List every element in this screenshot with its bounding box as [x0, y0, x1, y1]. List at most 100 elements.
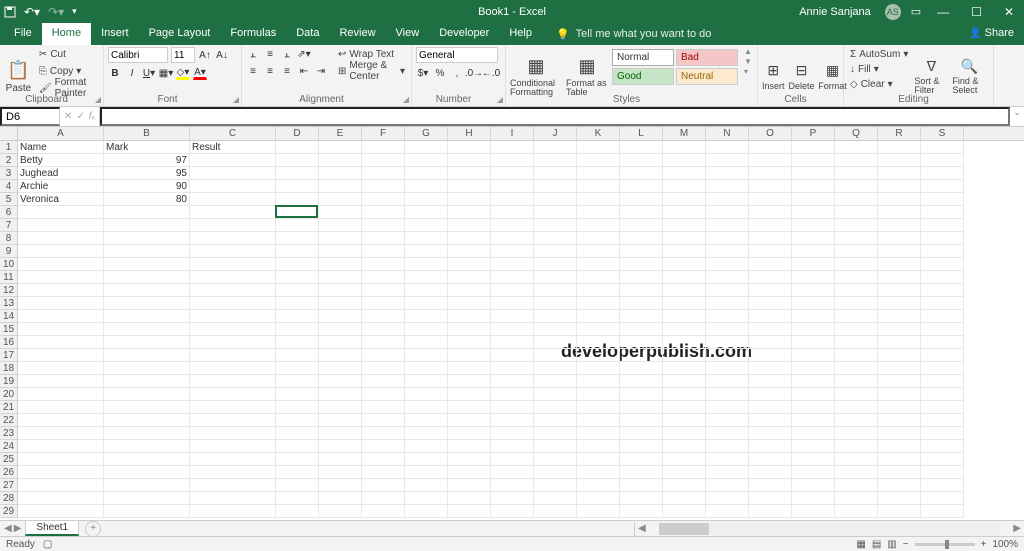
cell[interactable]: [577, 479, 620, 492]
cell[interactable]: [319, 414, 362, 427]
cell[interactable]: [190, 349, 276, 362]
cell[interactable]: [104, 336, 190, 349]
row-header-21[interactable]: 21: [0, 401, 18, 414]
col-header-D[interactable]: D: [276, 127, 319, 141]
cell[interactable]: [663, 336, 706, 349]
align-right-icon[interactable]: ≡: [280, 64, 294, 78]
cell[interactable]: [706, 388, 749, 401]
cell[interactable]: [276, 479, 319, 492]
cell[interactable]: [276, 427, 319, 440]
cell[interactable]: [878, 258, 921, 271]
decrease-indent-icon[interactable]: ⇤: [297, 64, 311, 78]
cell[interactable]: Jughead: [18, 167, 104, 180]
cell[interactable]: [921, 440, 964, 453]
cell[interactable]: [405, 323, 448, 336]
row-header-14[interactable]: 14: [0, 310, 18, 323]
cell[interactable]: [577, 401, 620, 414]
cell[interactable]: [448, 284, 491, 297]
cell[interactable]: [448, 362, 491, 375]
cell[interactable]: [706, 310, 749, 323]
cell[interactable]: [749, 362, 792, 375]
cell[interactable]: [577, 154, 620, 167]
row-header-28[interactable]: 28: [0, 492, 18, 505]
cell[interactable]: [104, 219, 190, 232]
cell[interactable]: [405, 388, 448, 401]
cell[interactable]: [319, 258, 362, 271]
row-header-27[interactable]: 27: [0, 479, 18, 492]
cell[interactable]: [362, 245, 405, 258]
col-header-R[interactable]: R: [878, 127, 921, 141]
cell[interactable]: [405, 479, 448, 492]
cell[interactable]: [104, 505, 190, 518]
cell[interactable]: [405, 258, 448, 271]
cell[interactable]: [749, 297, 792, 310]
cell[interactable]: [663, 505, 706, 518]
cell[interactable]: [835, 154, 878, 167]
cell[interactable]: [835, 297, 878, 310]
cell[interactable]: [792, 219, 835, 232]
cell[interactable]: [362, 388, 405, 401]
col-header-A[interactable]: A: [18, 127, 104, 141]
cell[interactable]: [491, 323, 534, 336]
cell[interactable]: [577, 206, 620, 219]
align-top-icon[interactable]: ⫠: [246, 47, 260, 61]
cell[interactable]: [190, 167, 276, 180]
cell[interactable]: [362, 232, 405, 245]
cell[interactable]: [749, 375, 792, 388]
cell[interactable]: [792, 245, 835, 258]
style-neutral[interactable]: Neutral: [676, 68, 738, 85]
cell[interactable]: [362, 401, 405, 414]
cell[interactable]: [276, 154, 319, 167]
col-header-L[interactable]: L: [620, 127, 663, 141]
cell[interactable]: [190, 232, 276, 245]
cell[interactable]: [276, 167, 319, 180]
bold-button[interactable]: B: [108, 66, 122, 80]
cell[interactable]: [18, 453, 104, 466]
cell[interactable]: [104, 492, 190, 505]
cell[interactable]: [104, 375, 190, 388]
cell[interactable]: [18, 349, 104, 362]
cell[interactable]: [878, 466, 921, 479]
cell[interactable]: [362, 310, 405, 323]
cell[interactable]: [577, 180, 620, 193]
col-header-I[interactable]: I: [491, 127, 534, 141]
cut-button[interactable]: ✂Cut: [37, 47, 99, 61]
cell[interactable]: [663, 388, 706, 401]
cell[interactable]: [663, 180, 706, 193]
close-button[interactable]: ✕: [998, 5, 1020, 19]
cell[interactable]: [749, 466, 792, 479]
cell[interactable]: [448, 271, 491, 284]
cell[interactable]: [362, 479, 405, 492]
cell[interactable]: [534, 362, 577, 375]
cell[interactable]: [405, 505, 448, 518]
cell[interactable]: [190, 206, 276, 219]
cell[interactable]: [319, 141, 362, 154]
cell[interactable]: [104, 414, 190, 427]
cell[interactable]: [18, 362, 104, 375]
font-color-button[interactable]: A▾: [193, 66, 207, 80]
cell[interactable]: [577, 297, 620, 310]
tab-home[interactable]: Home: [42, 23, 91, 45]
cell[interactable]: [706, 336, 749, 349]
cell[interactable]: [792, 362, 835, 375]
cell[interactable]: [491, 284, 534, 297]
cell[interactable]: [448, 219, 491, 232]
cell[interactable]: Name: [18, 141, 104, 154]
cell[interactable]: [792, 388, 835, 401]
cell[interactable]: [534, 466, 577, 479]
cell[interactable]: [921, 141, 964, 154]
cell[interactable]: [104, 479, 190, 492]
cell[interactable]: [792, 271, 835, 284]
percent-format-icon[interactable]: %: [433, 66, 447, 80]
col-header-K[interactable]: K: [577, 127, 620, 141]
cell[interactable]: [405, 336, 448, 349]
hscroll-thumb[interactable]: [659, 523, 709, 535]
cell[interactable]: [921, 323, 964, 336]
cell[interactable]: [620, 492, 663, 505]
cell[interactable]: [276, 362, 319, 375]
cell[interactable]: [534, 206, 577, 219]
cell[interactable]: [835, 349, 878, 362]
fx-icon[interactable]: fₓ: [89, 111, 95, 122]
cell[interactable]: [448, 258, 491, 271]
cell[interactable]: [362, 141, 405, 154]
